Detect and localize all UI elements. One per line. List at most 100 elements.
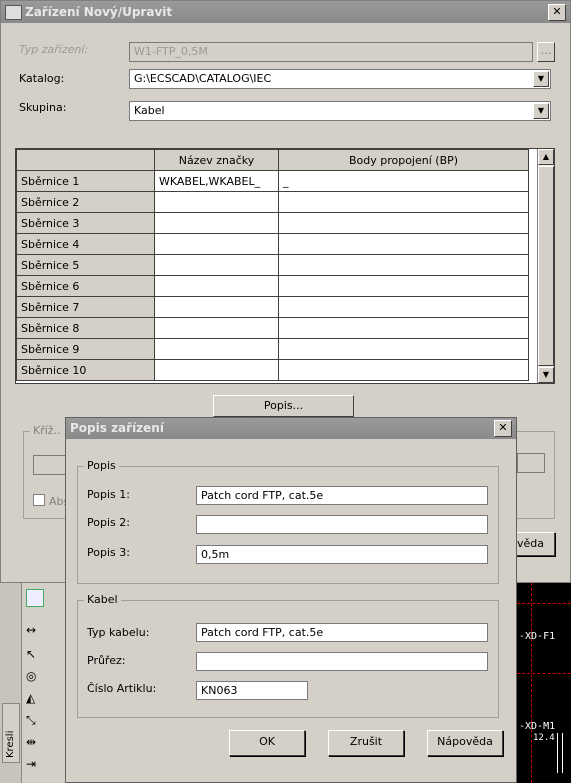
scroll-thumb[interactable] — [538, 166, 554, 366]
ok-button[interactable]: OK — [229, 730, 305, 756]
column-header-corner — [16, 149, 155, 171]
prurez-input[interactable] — [196, 652, 488, 671]
row-header[interactable]: Sběrnice 10 — [16, 359, 155, 381]
chevron-down-icon[interactable]: ▼ — [533, 103, 549, 119]
cell-body[interactable] — [278, 317, 529, 339]
cell-body[interactable] — [278, 275, 529, 297]
katalog-select[interactable]: G:\ECSCAD\CATALOG\IEC ▼ — [129, 69, 551, 89]
cell-body[interactable] — [278, 254, 529, 276]
grid-line — [517, 673, 571, 674]
popis3-input[interactable]: 0,5m — [196, 545, 488, 564]
skupina-select[interactable]: Kabel ▼ — [129, 101, 551, 121]
row-header[interactable]: Sběrnice 2 — [16, 191, 155, 213]
table-row[interactable]: Sběrnice 6 — [16, 275, 529, 297]
grid-line — [531, 583, 532, 783]
artikl-input[interactable]: KN063 — [196, 681, 308, 700]
table-row[interactable]: Sběrnice 3 — [16, 212, 529, 234]
row-header[interactable]: Sběrnice 7 — [16, 296, 155, 318]
scroll-up-icon[interactable]: ▲ — [538, 149, 554, 165]
scale-tool-icon[interactable]: ⤡ — [26, 713, 36, 728]
cell-znacka[interactable] — [154, 296, 279, 318]
popis1-input[interactable]: Patch cord FTP, cat.5e — [196, 486, 488, 505]
cross-ref-field-right — [517, 453, 545, 473]
cell-body[interactable] — [278, 191, 529, 213]
table-row[interactable]: Sběrnice 10 — [16, 359, 529, 381]
cell-body[interactable] — [278, 296, 529, 318]
typ-kabelu-label: Typ kabelu: — [87, 626, 150, 639]
cell-znacka[interactable] — [154, 233, 279, 255]
popis2-input[interactable] — [196, 515, 488, 534]
tab-kresli-label: Kresli — [5, 730, 16, 758]
dimension-tool-icon[interactable]: ↔ — [26, 623, 36, 637]
cad-drawing-area[interactable]: -XD-F1 -XD-M1 12.4 — [517, 583, 571, 783]
move-tool-icon[interactable]: ↖ — [26, 647, 36, 661]
katalog-value: G:\ECSCAD\CATALOG\IEC — [134, 72, 272, 85]
fill-tool-icon[interactable]: ◭ — [26, 691, 35, 705]
cell-znacka[interactable] — [154, 359, 279, 381]
typ-kabelu-input[interactable]: Patch cord FTP, cat.5e — [196, 623, 488, 642]
popis1-label: Popis 1: — [87, 488, 130, 501]
cell-znacka[interactable] — [154, 275, 279, 297]
circle-tool-icon[interactable]: ◎ — [26, 669, 36, 683]
popis-title-bar: Popis zařízení ✕ — [66, 418, 516, 439]
table-row[interactable]: Sběrnice 1 WKABEL,WKABEL_ _ — [16, 170, 529, 192]
toolbar-strip: Kresli ↔ ↖ ◎ ◭ ⤡ ⇹ ⇥ — [0, 583, 65, 783]
artikl-label: Číslo Artiklu: — [87, 682, 157, 695]
abs-checkbox[interactable] — [33, 494, 45, 506]
toolbar-column-2 — [48, 589, 62, 769]
table-row[interactable]: Sběrnice 4 — [16, 233, 529, 255]
row-header[interactable]: Sběrnice 3 — [16, 212, 155, 234]
column-header-znacka[interactable]: Název značky — [154, 149, 279, 171]
popis-dialog: Popis zařízení ✕ Popis Popis 1: Patch co… — [65, 417, 517, 783]
cell-znacka[interactable] — [154, 212, 279, 234]
popis-button[interactable]: Popis... — [213, 395, 354, 417]
skupina-value: Kabel — [134, 104, 165, 117]
table-row[interactable]: Sběrnice 5 — [16, 254, 529, 276]
popis-close-button[interactable]: ✕ — [494, 420, 512, 437]
cell-znacka[interactable]: WKABEL,WKABEL_ — [154, 170, 279, 192]
kabel-group-title: Kabel — [84, 593, 121, 606]
row-header[interactable]: Sběrnice 1 — [16, 170, 155, 192]
row-header[interactable]: Sběrnice 5 — [16, 254, 155, 276]
close-button[interactable]: ✕ — [548, 4, 566, 21]
prurez-label: Průřez: — [87, 654, 126, 667]
browse-button: ... — [537, 42, 555, 62]
cell-znacka[interactable] — [154, 191, 279, 213]
stretch-tool-icon[interactable]: ⇹ — [26, 735, 36, 749]
table-row[interactable]: Sběrnice 8 — [16, 317, 529, 339]
tab-kresli[interactable]: Kresli — [2, 703, 20, 763]
draw-tool-icon[interactable] — [26, 589, 44, 607]
table-row[interactable]: Sběrnice 2 — [16, 191, 529, 213]
cancel-button[interactable]: Zrušit — [328, 730, 404, 756]
cad-wire — [557, 733, 563, 773]
grid-scrollbar[interactable]: ▲ ▼ — [537, 149, 554, 383]
align-tool-icon[interactable]: ⇥ — [26, 757, 36, 771]
table-row[interactable]: Sběrnice 7 — [16, 296, 529, 318]
cell-body[interactable] — [278, 233, 529, 255]
cad-label: 12.4 — [533, 733, 555, 743]
cell-body[interactable] — [278, 338, 529, 360]
row-header[interactable]: Sběrnice 6 — [16, 275, 155, 297]
cell-body[interactable] — [278, 359, 529, 381]
cell-znacka[interactable] — [154, 317, 279, 339]
row-header[interactable]: Sběrnice 9 — [16, 338, 155, 360]
row-header[interactable]: Sběrnice 8 — [16, 317, 155, 339]
help-button[interactable]: Nápověda — [427, 730, 503, 756]
column-header-body[interactable]: Body propojení (BP) — [278, 149, 529, 171]
typ-label: Typ zařízení: — [19, 43, 89, 56]
cell-body[interactable]: _ — [278, 170, 529, 192]
row-header[interactable]: Sběrnice 4 — [16, 233, 155, 255]
cell-body[interactable] — [278, 212, 529, 234]
title-bar: Zařízení Nový/Upravit ✕ — [1, 1, 570, 23]
bus-grid[interactable]: Název značky Body propojení (BP) Sběrnic… — [15, 148, 555, 384]
cell-znacka[interactable] — [154, 254, 279, 276]
table-row[interactable]: Sběrnice 9 — [16, 338, 529, 360]
window-icon — [5, 5, 22, 20]
cell-znacka[interactable] — [154, 338, 279, 360]
typ-field: W1-FTP_0,5M — [129, 42, 533, 62]
popis3-label: Popis 3: — [87, 546, 130, 559]
skupina-label: Skupina: — [19, 101, 67, 114]
scroll-down-icon[interactable]: ▼ — [538, 367, 554, 383]
cross-ref-field — [33, 455, 69, 475]
chevron-down-icon[interactable]: ▼ — [533, 71, 549, 87]
